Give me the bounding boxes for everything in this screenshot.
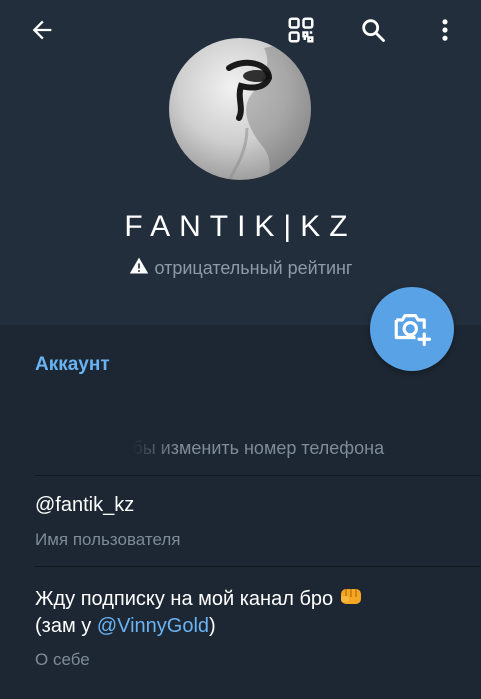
avatar[interactable] (169, 38, 311, 180)
profile-name: FANTIK|KZ (124, 210, 357, 243)
phone-change-hint[interactable]: чтобы изменить номер телефона (35, 438, 384, 460)
bio-row[interactable]: Жду подписку на мой канал бро (зам у @Vi… (0, 567, 481, 677)
bio-label: О себе (35, 650, 90, 669)
back-arrow-icon[interactable] (22, 10, 62, 50)
add-photo-button[interactable] (370, 287, 454, 371)
username-label: Имя пользователя (35, 530, 181, 549)
username-row[interactable]: @fantik_kz Имя пользователя (0, 476, 481, 566)
warning-icon (129, 256, 149, 281)
add-photo-icon (391, 306, 433, 353)
blurred-phone-number (35, 439, 175, 460)
account-section-title: Аккаунт (35, 354, 110, 375)
rating-status: отрицательный рейтинг (0, 256, 481, 281)
more-vert-icon[interactable] (425, 10, 465, 50)
username-value: @fantik_kz (35, 494, 135, 516)
bio-line-1: Жду подписку на мой канал бро (35, 585, 363, 613)
mention-link[interactable]: @VinnyGold (97, 615, 209, 637)
bio-line-2: (зам у @VinnyGold) (35, 615, 216, 637)
search-icon[interactable] (353, 10, 393, 50)
qr-code-icon[interactable] (281, 10, 321, 50)
fist-emoji-icon (339, 585, 363, 613)
status-text: отрицательный рейтинг (154, 258, 353, 278)
